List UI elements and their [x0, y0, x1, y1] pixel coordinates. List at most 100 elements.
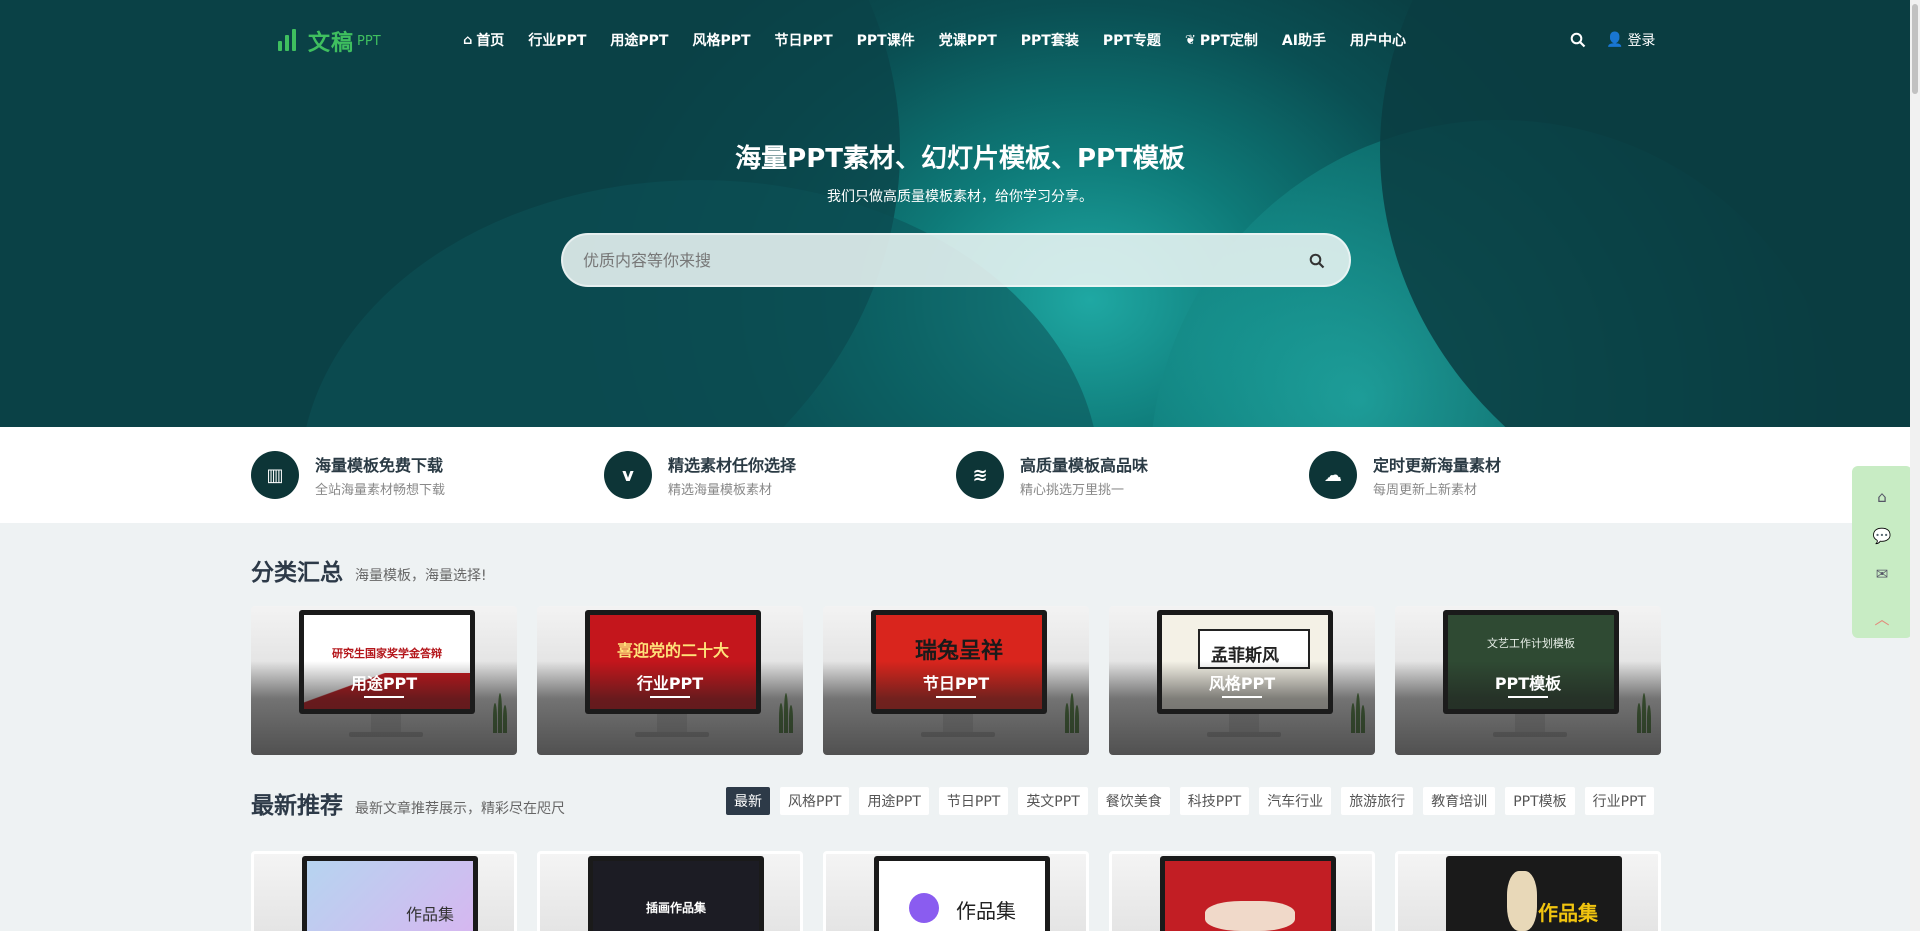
nav-ppt-topic[interactable]: PPT专题	[1103, 30, 1161, 50]
logo-sub: PPT	[357, 33, 381, 49]
tab-industry-ppt[interactable]: 行业PPT	[1584, 787, 1655, 815]
feature-item: v 精选素材任你选择精选海量模板素材	[604, 451, 796, 499]
feature-desc: 全站海量素材畅想下载	[315, 483, 446, 498]
tab-latest[interactable]: 最新	[726, 787, 770, 815]
nav-ppt-set[interactable]: PPT套装	[1021, 30, 1079, 50]
message-icon[interactable]: ✉	[1852, 555, 1912, 594]
top-navigation: 文稿 PPT ⌂ 首页 行业PPT 用途PPT 风格PPT 节日PPT PPT课件…	[0, 0, 1920, 80]
card-thumbnail: 作品集	[879, 861, 1045, 931]
monitor-mockup	[1160, 856, 1336, 931]
nav-ppt-custom[interactable]: ❦ PPT定制	[1185, 30, 1258, 50]
category-label: 行业PPT	[636, 674, 704, 693]
category-label: 风格PPT	[1208, 674, 1276, 693]
hero-banner: 文稿 PPT ⌂ 首页 行业PPT 用途PPT 风格PPT 节日PPT PPT课件…	[0, 0, 1920, 427]
nav-style-ppt[interactable]: 风格PPT	[692, 30, 750, 50]
scrollbar[interactable]	[1910, 0, 1920, 931]
home-icon[interactable]: ⌂	[1852, 478, 1912, 517]
card-thumbnail: 作品集	[1451, 861, 1617, 931]
hero-subtitle: 我们只做高质量模板素材，给你学习分享。	[827, 189, 1093, 205]
feature-desc: 精心挑选万里挑一	[1020, 483, 1125, 498]
layers-icon: ≋	[956, 451, 1004, 499]
feature-desc: 每周更新上新素材	[1373, 483, 1478, 498]
search-box	[561, 233, 1351, 287]
feature-desc: 精选海量模板素材	[668, 483, 773, 498]
feature-title: 高质量模板高品味	[1020, 456, 1149, 475]
section-title: 分类汇总	[251, 560, 343, 586]
tab-food[interactable]: 餐饮美食	[1097, 787, 1170, 815]
hero-title: 海量PPT素材、幻灯片模板、PPT模板	[735, 144, 1185, 174]
category-card[interactable]: 孟菲斯风 风格PPT	[1109, 606, 1375, 755]
v-icon: v	[604, 451, 652, 499]
nav-user-center[interactable]: 用户中心	[1350, 30, 1406, 50]
tab-ppt-template[interactable]: PPT模板	[1505, 787, 1575, 815]
thumbnail-text: 作品集	[405, 905, 454, 924]
post-card[interactable]: 插画作品集	[537, 851, 803, 931]
category-cards: 研究生国家奖学金答辩 用途PPT 喜迎党的二十大 行业PPT 瑞兔呈祥 节日PP…	[251, 606, 1661, 755]
chat-icon[interactable]: 💬	[1852, 517, 1912, 556]
latest-posts: 作品集 插画作品集 作品集 作品集	[251, 851, 1661, 931]
section-desc: 海量模板，海量选择!	[355, 568, 487, 584]
feature-item: ▥ 海量模板免费下载全站海量素材畅想下载	[251, 451, 445, 499]
feature-item: ☁ 定时更新海量素材每周更新上新素材	[1309, 451, 1501, 499]
home-icon: ⌂	[463, 32, 473, 48]
card-thumbnail	[1165, 861, 1331, 931]
nav-industry-ppt[interactable]: 行业PPT	[528, 30, 586, 50]
nav-home[interactable]: ⌂ 首页	[463, 30, 504, 50]
tab-style-ppt[interactable]: 风格PPT	[780, 787, 850, 815]
thumbnail-text: 插画作品集	[645, 901, 706, 915]
search-input[interactable]	[583, 250, 1263, 270]
tab-usage-ppt[interactable]: 用途PPT	[859, 787, 929, 815]
section-title: 最新推荐	[251, 793, 343, 819]
nav-courseware[interactable]: PPT课件	[857, 30, 915, 50]
post-card[interactable]	[1109, 851, 1375, 931]
thumbnail-text: 喜迎党的二十大	[616, 641, 729, 660]
nav-right: 👤 登录	[1570, 30, 1655, 50]
post-card[interactable]: 作品集	[823, 851, 1089, 931]
tab-auto-industry[interactable]: 汽车行业	[1259, 787, 1332, 815]
nav-ai-assistant[interactable]: AI助手	[1282, 30, 1326, 50]
monitor-mockup: 作品集	[302, 856, 478, 931]
post-card[interactable]: 作品集	[1395, 851, 1661, 931]
search-button-icon[interactable]	[1309, 253, 1325, 269]
monitor-mockup: 作品集	[1446, 856, 1622, 931]
feature-title: 精选素材任你选择	[668, 456, 797, 475]
tab-tech-ppt[interactable]: 科技PPT	[1179, 787, 1250, 815]
category-label: PPT模板	[1494, 674, 1562, 693]
scrollbar-thumb[interactable]	[1912, 4, 1918, 94]
nav-party-ppt[interactable]: 党课PPT	[939, 30, 997, 50]
post-card[interactable]: 作品集	[251, 851, 517, 931]
tab-english-ppt[interactable]: 英文PPT	[1018, 787, 1088, 815]
category-label: 用途PPT	[350, 674, 418, 693]
category-card[interactable]: 研究生国家奖学金答辩 用途PPT	[251, 606, 517, 755]
site-logo[interactable]: 文稿 PPT	[276, 26, 381, 56]
thumbnail-text: 研究生国家奖学金答辩	[332, 647, 442, 660]
login-link[interactable]: 登录	[1627, 30, 1655, 50]
tab-holiday-ppt[interactable]: 节日PPT	[938, 787, 1009, 815]
search-icon[interactable]	[1570, 32, 1586, 48]
category-card[interactable]: 喜迎党的二十大 行业PPT	[537, 606, 803, 755]
card-thumbnail: 插画作品集	[593, 861, 759, 931]
nav-usage-ppt[interactable]: 用途PPT	[610, 30, 668, 50]
tab-travel[interactable]: 旅游旅行	[1341, 787, 1414, 815]
cloud-icon: ☁	[1309, 451, 1357, 499]
category-card[interactable]: 瑞兔呈祥 节日PPT	[823, 606, 1089, 755]
feature-title: 定时更新海量素材	[1373, 456, 1502, 475]
category-card[interactable]: 文艺工作计划模板 PPT模板	[1395, 606, 1661, 755]
chart-icon: ▥	[251, 451, 299, 499]
nav-holiday-ppt[interactable]: 节日PPT	[775, 30, 833, 50]
category-section-header: 分类汇总 海量模板，海量选择!	[251, 553, 487, 587]
feature-item: ≋ 高质量模板高品味精心挑选万里挑一	[956, 451, 1148, 499]
side-float-toolbar: ⌂ 💬 ✉ ︿	[1852, 466, 1912, 638]
latest-filter-tabs: 最新 风格PPT 用途PPT 节日PPT 英文PPT 餐饮美食 科技PPT 汽车…	[726, 787, 1655, 815]
category-label: 节日PPT	[922, 674, 990, 693]
monitor-mockup: 插画作品集	[588, 856, 764, 931]
thumbnail-text: 作品集	[956, 899, 1016, 923]
thumbnail-text: 作品集	[1538, 901, 1598, 925]
tab-education[interactable]: 教育培训	[1423, 787, 1496, 815]
leaf-icon: ❦	[1184, 32, 1196, 48]
back-to-top-icon[interactable]: ︿	[1852, 600, 1912, 639]
section-desc: 最新文章推荐展示，精彩尽在咫尺	[355, 801, 565, 817]
main-menu: ⌂ 首页 行业PPT 用途PPT 风格PPT 节日PPT PPT课件 党课PPT …	[463, 30, 1430, 50]
feature-title: 海量模板免费下载	[315, 456, 444, 475]
latest-section-header: 最新推荐 最新文章推荐展示，精彩尽在咫尺	[251, 786, 565, 820]
